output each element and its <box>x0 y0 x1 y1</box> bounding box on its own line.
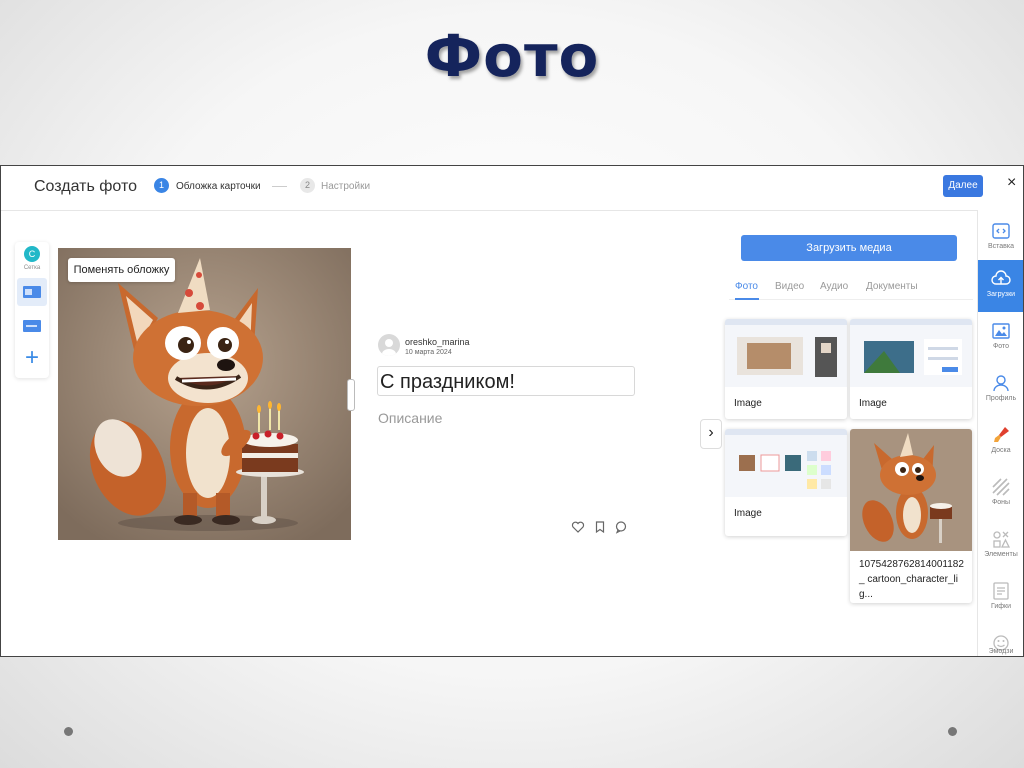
media-item-4-label: 1075428762814001182_ cartoon_character_l… <box>859 559 964 600</box>
media-thumb-1 <box>725 319 847 387</box>
slide-dot-right <box>948 727 957 736</box>
sidebar-item-board-label: Доска <box>991 447 1011 454</box>
media-item-2[interactable]: Image <box>850 319 972 419</box>
sidebar-item-emoji-label: Эмодзи <box>988 648 1014 655</box>
slide-dot-left <box>64 727 73 736</box>
step-2-number[interactable]: 2 <box>300 178 315 193</box>
step-1-number[interactable]: 1 <box>154 178 169 193</box>
sidebar-item-emoji[interactable]: Эмодзи <box>978 624 1023 656</box>
sidebar-item-photo[interactable]: Фото <box>978 312 1023 364</box>
slide-title: Фото <box>424 22 600 90</box>
sidebar-item-photo-label: Фото <box>992 343 1010 350</box>
step-2-label[interactable]: Настройки <box>321 181 370 192</box>
sidebar-item-board[interactable]: Доска <box>978 416 1023 468</box>
tab-audio[interactable]: Аудио <box>820 281 848 292</box>
resize-handle[interactable] <box>347 379 355 411</box>
gif-icon <box>993 582 1009 600</box>
code-icon <box>992 223 1010 239</box>
grid-tool-label: Сетка <box>23 265 41 271</box>
sidebar-item-uploads[interactable]: Загрузки <box>978 260 1023 312</box>
upload-media-button[interactable]: Загрузить медиа <box>741 235 957 261</box>
grid-tool-icon[interactable]: C <box>24 246 40 262</box>
media-item-3-label: Image <box>734 508 762 519</box>
sidebar-item-backgrounds[interactable]: Фоны <box>978 468 1023 520</box>
sidebar-item-elements-label: Элементы <box>984 551 1018 558</box>
sidebar-item-profile[interactable]: Профиль <box>978 364 1023 416</box>
tab-documents[interactable]: Документы <box>866 281 918 292</box>
card-layout-2-button[interactable] <box>17 312 47 340</box>
sidebar-item-profile-label: Профиль <box>985 395 1017 402</box>
media-thumb-2 <box>850 319 972 387</box>
editor-header: Создать фото 1 Обложка карточки 2 Настро… <box>1 166 1023 211</box>
sidebar-item-backgrounds-label: Фоны <box>991 499 1011 506</box>
description-input[interactable]: Описание <box>378 410 442 426</box>
media-thumb-3 <box>725 429 847 497</box>
image-icon <box>992 323 1010 339</box>
sidebar-item-gifs-label: Гифки <box>990 603 1012 610</box>
bookmark-icon[interactable] <box>593 520 607 534</box>
upload-cloud-icon <box>991 270 1011 285</box>
post-title-input[interactable]: С праздником! <box>377 366 635 396</box>
shapes-icon <box>993 531 1011 548</box>
right-sidebar: Вставка Загрузки Фото Профиль Доска Фоны… <box>977 210 1023 656</box>
sidebar-item-gifs[interactable]: Гифки <box>978 572 1023 624</box>
step-divider <box>272 186 287 187</box>
sidebar-item-uploads-label: Загрузки <box>986 291 1016 298</box>
comment-icon[interactable] <box>614 520 628 534</box>
cover-image <box>58 248 351 540</box>
media-item-1-label: Image <box>734 398 762 409</box>
tab-video[interactable]: Видео <box>775 281 804 292</box>
tabs-divider <box>729 299 973 300</box>
person-icon <box>993 375 1009 392</box>
tab-photo[interactable]: Фото <box>735 281 758 292</box>
media-thumb-4 <box>850 429 972 551</box>
media-item-4[interactable]: 1075428762814001182_ cartoon_character_l… <box>850 429 972 603</box>
close-icon[interactable]: × <box>1007 174 1016 192</box>
chevron-right-icon[interactable]: › <box>700 419 722 449</box>
media-item-1[interactable]: Image <box>725 319 847 419</box>
avatar <box>378 334 400 356</box>
editor-title: Создать фото <box>34 178 138 195</box>
left-toolbar: C Сетка + <box>15 242 49 378</box>
next-button[interactable]: Далее <box>943 175 983 197</box>
sidebar-item-elements[interactable]: Элементы <box>978 520 1023 572</box>
create-photo-window: Создать фото 1 Обложка карточки 2 Настро… <box>0 165 1024 657</box>
add-card-button[interactable]: + <box>15 344 49 372</box>
media-item-3[interactable]: Image <box>725 429 847 536</box>
card-layout-2-icon <box>23 320 41 332</box>
brush-icon <box>994 427 1009 442</box>
post-author: oreshko_marina <box>405 337 470 347</box>
like-icon[interactable] <box>571 520 585 534</box>
media-item-2-label: Image <box>859 398 887 409</box>
stripes-icon <box>992 478 1010 496</box>
sidebar-item-embed[interactable]: Вставка <box>978 212 1023 264</box>
post-date: 10 марта 2024 <box>405 349 452 356</box>
sidebar-item-embed-label: Вставка <box>987 243 1015 250</box>
tab-active-indicator <box>735 298 759 300</box>
card-layout-1-button[interactable] <box>17 278 47 306</box>
card-layout-1-icon <box>23 286 41 298</box>
change-cover-button[interactable]: Поменять обложку <box>68 258 175 282</box>
step-1-label[interactable]: Обложка карточки <box>176 181 261 192</box>
